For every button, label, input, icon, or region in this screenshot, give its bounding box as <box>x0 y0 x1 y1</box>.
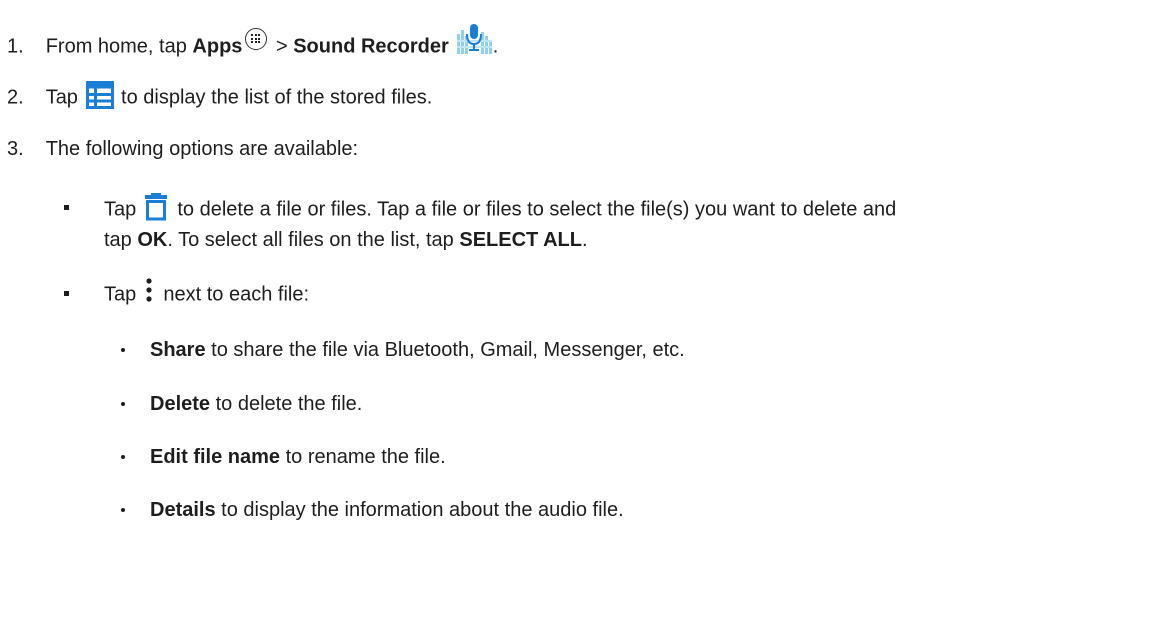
step-1-text-before: From home, tap <box>45 35 193 58</box>
step-3-number: 3. <box>7 138 24 160</box>
menu-item-delete: Delete to delete the file. <box>150 392 1160 416</box>
step-1-number: 1. <box>7 35 24 58</box>
share-description: to share the file via Bluetooth, Gmail, … <box>205 339 685 361</box>
option-delete-line2-mid: . To select all files on the list, tap <box>167 229 460 251</box>
option-more-text-before: Tap <box>104 283 142 306</box>
delete-label: Delete <box>150 393 211 415</box>
edit-file-name-description: to rename the file. <box>280 446 446 468</box>
step-1-text-after: . <box>492 35 499 58</box>
apps-label: Apps <box>192 35 243 58</box>
sound-recorder-label: Sound Recorder <box>293 35 449 58</box>
menu-item-edit-file-name: Edit file name to rename the file. <box>150 445 1160 469</box>
step-2: 2. Tap to display the list of the stored … <box>7 81 1157 112</box>
menu-item-bullet <box>121 402 125 406</box>
option-bullet <box>64 291 69 296</box>
file-list-icon <box>85 81 114 109</box>
apps-grid-icon <box>245 28 268 50</box>
option-delete-line2-before: tap <box>104 229 138 251</box>
option-delete-line2-after: . <box>581 229 588 251</box>
option-more: Tap next to each file: <box>104 278 1164 308</box>
share-label: Share <box>150 339 206 361</box>
step-3-text: The following options are available: <box>45 138 359 160</box>
step-2-text-before: Tap <box>45 86 84 109</box>
option-delete-text-after: to delete a file or files. Tap a file or… <box>171 198 897 221</box>
option-bullet <box>64 205 69 210</box>
details-description: to display the information about the aud… <box>215 499 624 521</box>
step-1: 1. From home, tap Apps > Sound Recorder . <box>7 22 1157 64</box>
select-all-label: SELECT ALL <box>459 229 582 251</box>
option-delete: Tap to delete a file or files. Tap a fil… <box>104 193 1164 224</box>
menu-item-bullet <box>121 508 125 512</box>
edit-file-name-label: Edit file name <box>150 446 281 468</box>
menu-item-details: Details to display the information about… <box>150 498 1160 522</box>
more-options-icon <box>146 278 152 302</box>
menu-item-bullet <box>121 348 125 352</box>
sound-recorder-icon <box>454 22 493 56</box>
option-more-text-after: next to each file: <box>157 283 310 306</box>
step-2-text-after: to display the list of the stored files. <box>115 86 433 109</box>
step-1-separator: > <box>270 35 294 58</box>
step-3: 3. The following options are available: <box>7 137 1157 161</box>
ok-label: OK <box>137 229 168 251</box>
delete-description: to delete the file. <box>210 393 363 415</box>
menu-item-share: Share to share the file via Bluetooth, G… <box>150 338 1160 362</box>
menu-item-bullet <box>121 455 125 459</box>
option-delete-text-before: Tap <box>104 198 142 221</box>
step-2-number: 2. <box>7 86 24 109</box>
details-label: Details <box>150 499 216 521</box>
trash-icon <box>144 193 167 221</box>
option-delete-line-2: tap OK. To select all files on the list,… <box>104 228 1164 252</box>
